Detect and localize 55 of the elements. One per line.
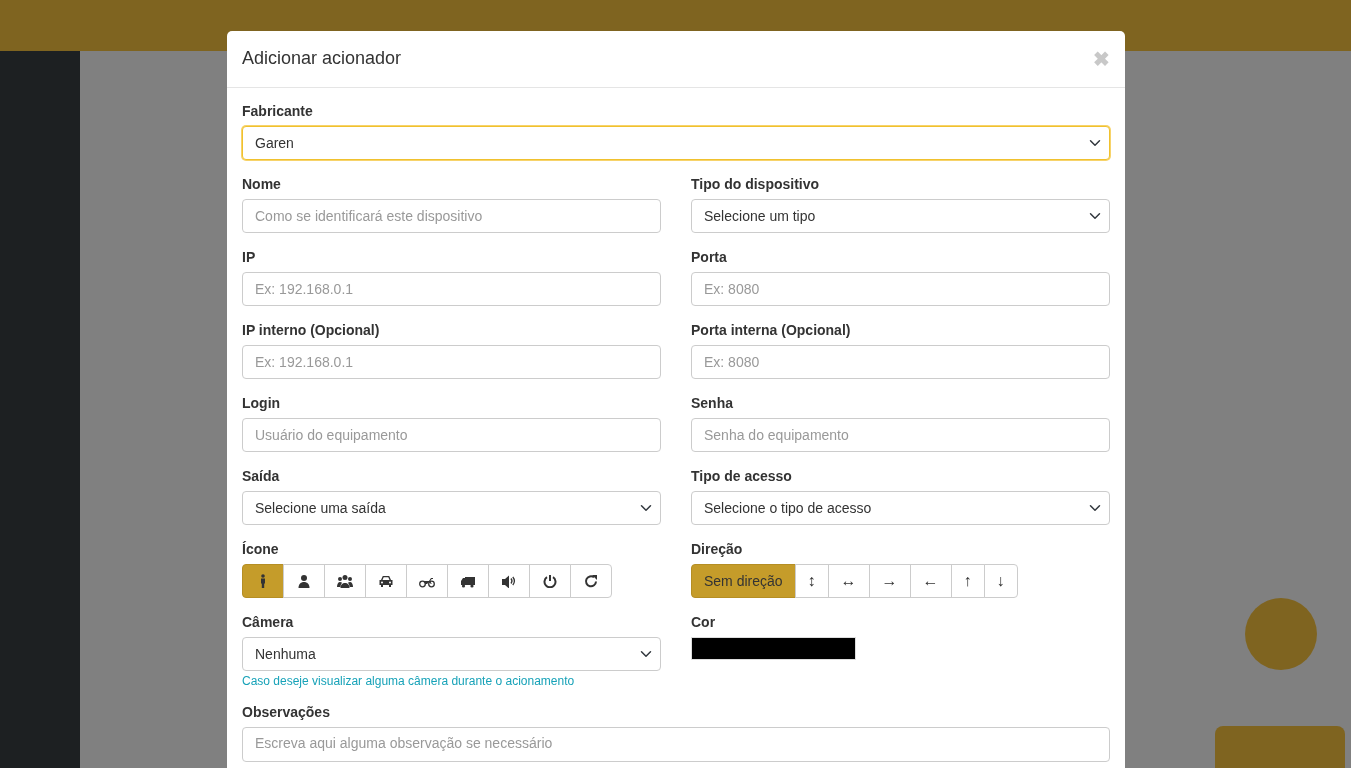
field-label: Porta interna (Opcional) xyxy=(691,322,852,339)
select-field[interactable]: Garen xyxy=(242,126,1110,160)
field-label: IP interno (Opcional) xyxy=(242,322,381,339)
select-field[interactable]: Selecione um tipo xyxy=(691,199,1110,233)
icon-toggle-button[interactable] xyxy=(488,564,530,598)
icon-toggle-button[interactable] xyxy=(447,564,489,598)
icon-toggle-button[interactable] xyxy=(365,564,407,598)
input-field[interactable]: Usuário do equipamento xyxy=(242,418,661,452)
group-icon xyxy=(337,574,353,588)
direction-button[interactable]: → xyxy=(868,564,911,598)
input-field[interactable]: Ex: 8080 xyxy=(691,272,1110,306)
select-field[interactable]: Nenhuma xyxy=(242,637,661,671)
refresh-icon xyxy=(583,574,599,588)
input-field[interactable]: Ex: 8080 xyxy=(691,345,1110,379)
field-label: Cor xyxy=(691,614,717,631)
select-field[interactable]: Selecione uma saída xyxy=(242,491,661,525)
field-label: Porta xyxy=(691,249,728,266)
direction-button[interactable]: ← xyxy=(909,564,952,598)
icon-toggle-button[interactable] xyxy=(324,564,366,598)
field-label: Ícone xyxy=(242,541,280,558)
field-label: Observações xyxy=(242,704,331,721)
icon-toggle-button[interactable] xyxy=(242,564,284,598)
field-label: Fabricante xyxy=(242,103,314,120)
input-field[interactable]: Ex: 192.168.0.1 xyxy=(242,272,661,306)
textarea-field[interactable]: Escreva aqui alguma observação se necessário xyxy=(242,727,1110,762)
icon-toggle-button[interactable] xyxy=(529,564,571,598)
field-label: Tipo de acesso xyxy=(691,468,793,485)
user-icon xyxy=(296,574,312,588)
field-label: Tipo do dispositivo xyxy=(691,176,821,193)
power-icon xyxy=(542,574,558,588)
input-field[interactable]: Senha do equipamento xyxy=(691,418,1110,452)
field-label: Login xyxy=(242,395,282,412)
direction-button[interactable]: ↕ xyxy=(794,564,829,598)
field-label: IP xyxy=(242,249,257,266)
color-field[interactable] xyxy=(691,637,856,660)
direction-button[interactable]: ↓ xyxy=(983,564,1018,598)
select-field[interactable]: Selecione o tipo de acesso xyxy=(691,491,1110,525)
icon-toggle-button[interactable] xyxy=(283,564,325,598)
car-icon xyxy=(378,574,394,588)
direction-button[interactable]: ↔ xyxy=(827,564,870,598)
field-label: Câmera xyxy=(242,614,295,631)
speaker-icon xyxy=(501,574,517,588)
direction-button[interactable]: ↑ xyxy=(950,564,985,598)
input-field[interactable]: Ex: 192.168.0.1 xyxy=(242,345,661,379)
field-label: Direção xyxy=(691,541,744,558)
modal-title: Adicionar acionador xyxy=(242,48,402,70)
icon-toggle-button[interactable] xyxy=(406,564,448,598)
truck-icon xyxy=(460,574,476,588)
field-label: Senha xyxy=(691,395,734,412)
direction-button[interactable]: Sem direção xyxy=(691,564,796,598)
help-text: Caso deseje visualizar alguma câmera durante o acionamento xyxy=(242,674,576,688)
input-field[interactable]: Como se identificará este dispositivo xyxy=(242,199,661,233)
icon-toggle-button[interactable] xyxy=(570,564,612,598)
field-label: Saída xyxy=(242,468,281,485)
field-label: Nome xyxy=(242,176,282,193)
